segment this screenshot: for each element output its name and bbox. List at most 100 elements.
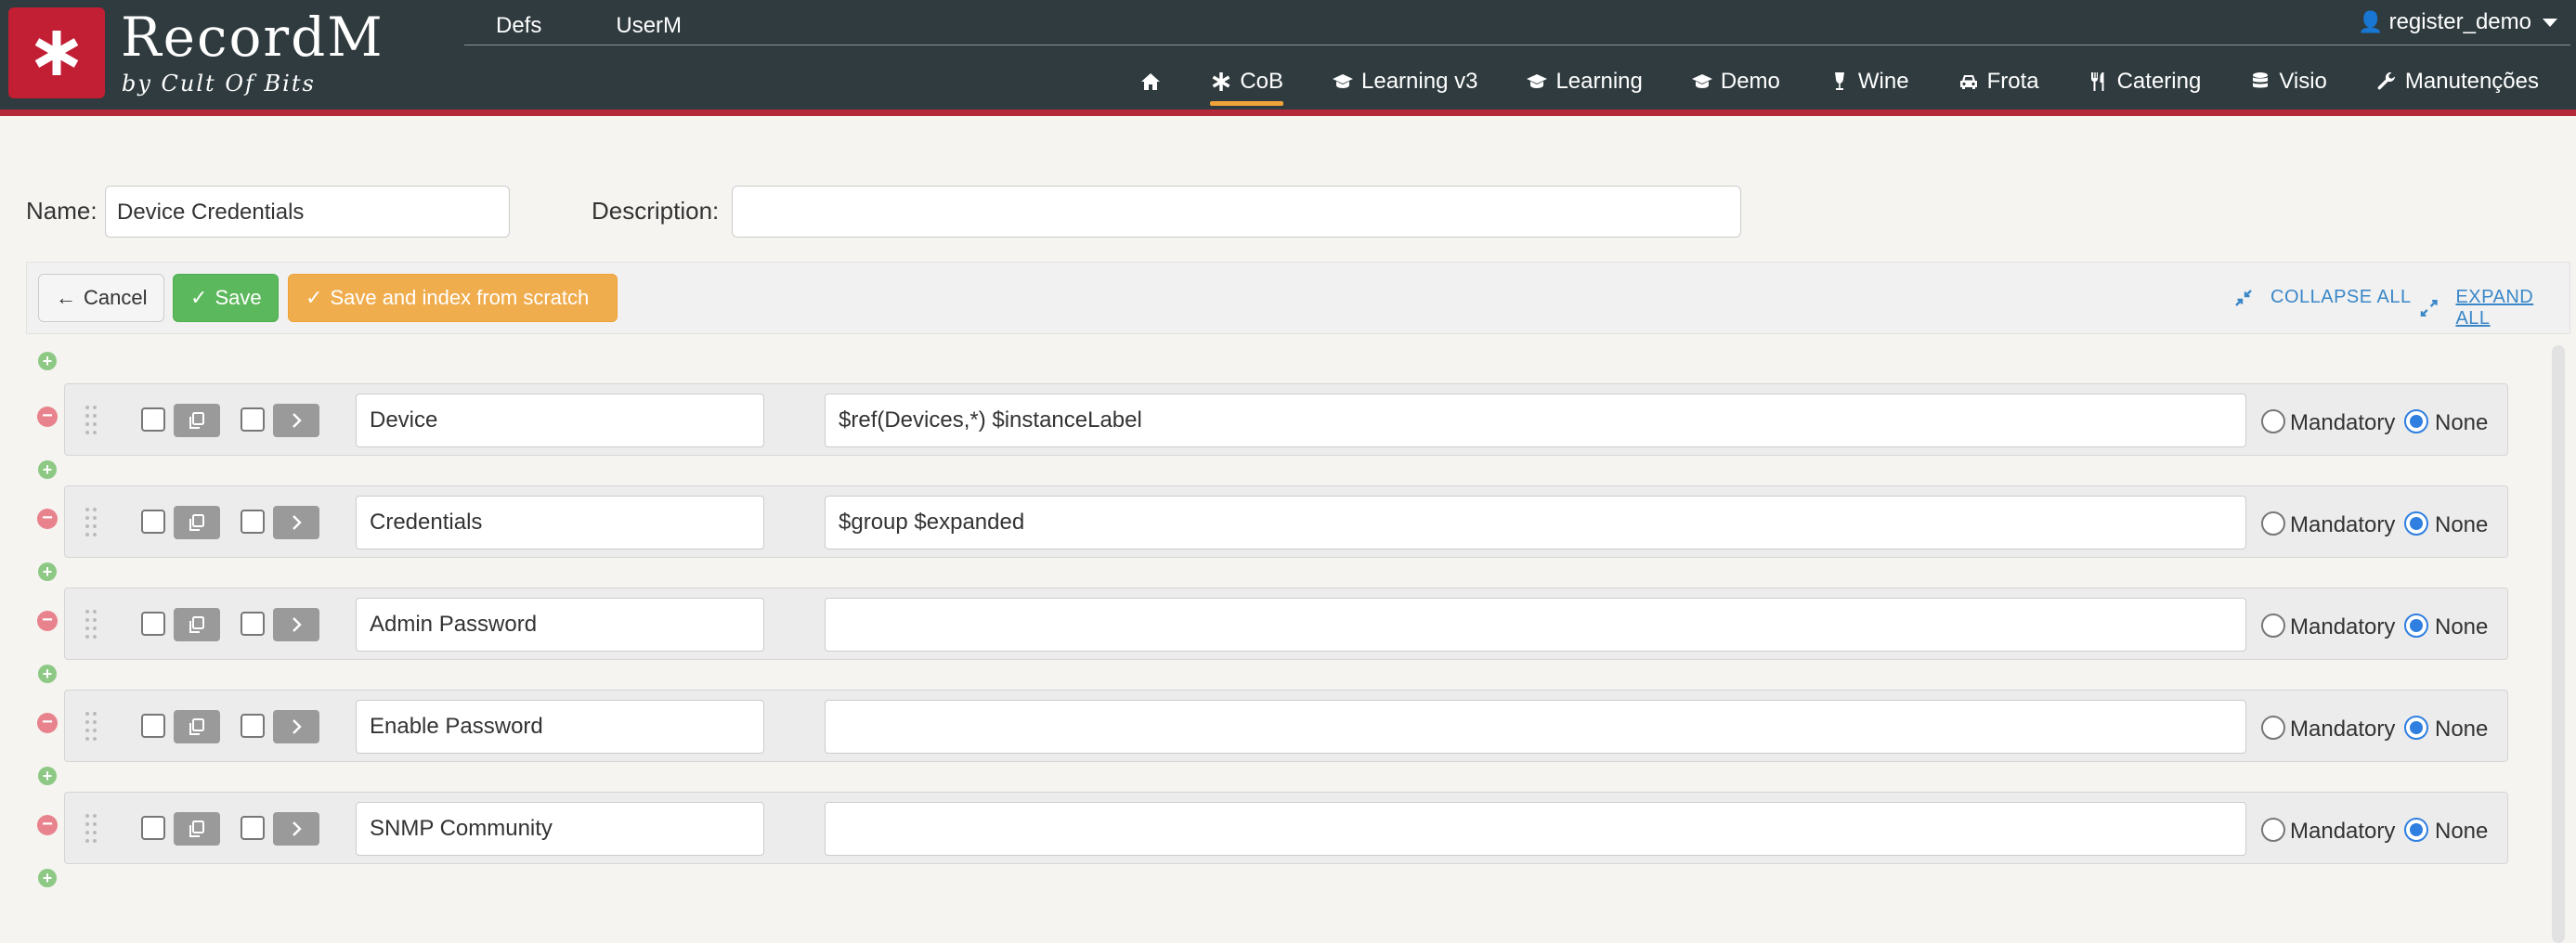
copy-icon <box>189 616 204 633</box>
nav-learning[interactable]: Learning <box>1526 69 1643 95</box>
copy-icon <box>189 718 204 735</box>
remove-field-button[interactable]: − <box>37 509 58 529</box>
expand-all-link[interactable]: EXPAND ALL <box>2419 287 2569 329</box>
nav-catering[interactable]: Catering <box>2088 69 2201 95</box>
field-expand-checkbox[interactable] <box>241 510 265 534</box>
nav-learning-v3[interactable]: Learning v3 <box>1332 69 1477 95</box>
save-button[interactable]: ✓ Save <box>173 274 279 322</box>
field-description-input[interactable] <box>825 598 2246 652</box>
field-description-input[interactable]: $ref(Devices,*) $instanceLabel <box>825 394 2246 447</box>
mandatory-radio[interactable] <box>2261 716 2285 740</box>
field-checkbox[interactable] <box>141 612 165 636</box>
expand-field-button[interactable] <box>273 404 319 437</box>
mandatory-label: Mandatory <box>2290 512 2396 537</box>
topnav-defs[interactable]: Defs <box>496 13 541 39</box>
field-expand-checkbox[interactable] <box>241 816 265 840</box>
mandatory-radio[interactable] <box>2261 511 2285 536</box>
action-toolbar: ← Cancel ✓ Save ✓ Save and index from sc… <box>26 262 2570 334</box>
chevron-right-icon <box>293 515 302 530</box>
graduation-cap-icon <box>1333 74 1353 88</box>
field-name-input[interactable]: Admin Password <box>356 598 764 652</box>
check-icon: ✓ <box>306 286 323 309</box>
field-name-input[interactable]: SNMP Community <box>356 802 764 856</box>
nav-wine[interactable]: Wine <box>1828 69 1909 95</box>
mandatory-radio[interactable] <box>2261 818 2285 842</box>
scrollbar[interactable] <box>2552 345 2565 943</box>
field-name-input[interactable]: Enable Password <box>356 700 764 754</box>
field-row: Device $ref(Devices,*) $instanceLabel Ma… <box>64 383 2508 456</box>
field-description-input[interactable]: $group $expanded <box>825 496 2246 549</box>
field-expand-checkbox[interactable] <box>241 612 265 636</box>
field-expand-checkbox[interactable] <box>241 714 265 738</box>
nav-home[interactable] <box>1139 71 1162 93</box>
none-label: None <box>2435 410 2489 435</box>
none-radio[interactable] <box>2404 511 2428 536</box>
cutlery-icon <box>2090 72 2104 91</box>
field-expand-checkbox[interactable] <box>241 407 265 432</box>
field-checkbox[interactable] <box>141 407 165 432</box>
mandatory-label: Mandatory <box>2290 614 2396 639</box>
field-checkbox[interactable] <box>141 510 165 534</box>
none-radio[interactable] <box>2404 716 2428 740</box>
duplicate-field-button[interactable] <box>174 608 220 641</box>
add-field-button[interactable]: + <box>38 460 57 479</box>
description-input[interactable] <box>732 186 1741 238</box>
duplicate-field-button[interactable] <box>174 710 220 743</box>
collapse-all-link[interactable]: COLLAPSE ALL <box>2233 287 2412 308</box>
expand-field-button[interactable] <box>273 608 319 641</box>
field-checkbox[interactable] <box>141 714 165 738</box>
remove-field-button[interactable]: − <box>37 611 58 631</box>
drag-handle-icon[interactable] <box>85 712 98 742</box>
app-header: RecordM by Cult Of Bits Defs UserM 👤 reg… <box>0 0 2576 116</box>
none-radio[interactable] <box>2404 818 2428 842</box>
nav-demo[interactable]: Demo <box>1691 69 1780 95</box>
mandatory-radio[interactable] <box>2261 614 2285 638</box>
collapse-all-label: COLLAPSE ALL <box>2270 287 2412 307</box>
expand-field-button[interactable] <box>273 506 319 539</box>
add-field-button[interactable]: + <box>38 562 57 581</box>
none-label: None <box>2435 512 2489 537</box>
none-radio[interactable] <box>2404 409 2428 433</box>
nav-frota[interactable]: Frota <box>1958 69 2039 95</box>
nav-cob[interactable]: CoB <box>1210 69 1283 106</box>
cancel-button[interactable]: ← Cancel <box>38 274 164 322</box>
user-icon: 👤 <box>2358 10 2384 33</box>
field-name-input[interactable]: Credentials <box>356 496 764 549</box>
add-field-button[interactable]: + <box>38 352 57 370</box>
recordm-logo[interactable] <box>8 7 105 98</box>
topnav-userm[interactable]: UserM <box>616 13 682 39</box>
nav-visio-label: Visio <box>2279 69 2327 94</box>
name-input[interactable]: Device Credentials <box>105 186 510 238</box>
field-checkbox[interactable] <box>141 816 165 840</box>
nav-manutencoes[interactable]: Manutenções <box>2375 69 2539 95</box>
field-description-input[interactable] <box>825 802 2246 856</box>
drag-handle-icon[interactable] <box>85 508 98 537</box>
duplicate-field-button[interactable] <box>174 812 220 846</box>
cancel-label: Cancel <box>84 286 148 309</box>
nav-visio[interactable]: Visio <box>2249 69 2327 95</box>
mandatory-label: Mandatory <box>2290 819 2396 844</box>
add-field-button[interactable]: + <box>38 869 57 887</box>
user-menu[interactable]: 👤 register_demo <box>2358 9 2557 35</box>
drag-handle-icon[interactable] <box>85 610 98 639</box>
field-description-input[interactable] <box>825 700 2246 754</box>
drag-handle-icon[interactable] <box>85 814 98 844</box>
nav-learning-v3-label: Learning v3 <box>1361 69 1478 94</box>
duplicate-field-button[interactable] <box>174 506 220 539</box>
add-field-button[interactable]: + <box>38 665 57 683</box>
remove-field-button[interactable]: − <box>37 713 58 733</box>
save-and-index-button[interactable]: ✓ Save and index from scratch <box>288 274 618 322</box>
drag-handle-icon[interactable] <box>85 406 98 435</box>
none-radio[interactable] <box>2404 614 2428 638</box>
asterisk-logo-icon <box>34 31 79 75</box>
nav-wine-label: Wine <box>1857 69 1909 94</box>
field-name-input[interactable]: Device <box>356 394 764 447</box>
expand-field-button[interactable] <box>273 710 319 743</box>
expand-field-button[interactable] <box>273 812 319 846</box>
remove-field-button[interactable]: − <box>37 815 58 835</box>
remove-field-button[interactable]: − <box>37 407 58 427</box>
duplicate-field-button[interactable] <box>174 404 220 437</box>
add-field-button[interactable]: + <box>38 767 57 785</box>
database-icon <box>2253 72 2269 88</box>
mandatory-radio[interactable] <box>2261 409 2285 433</box>
